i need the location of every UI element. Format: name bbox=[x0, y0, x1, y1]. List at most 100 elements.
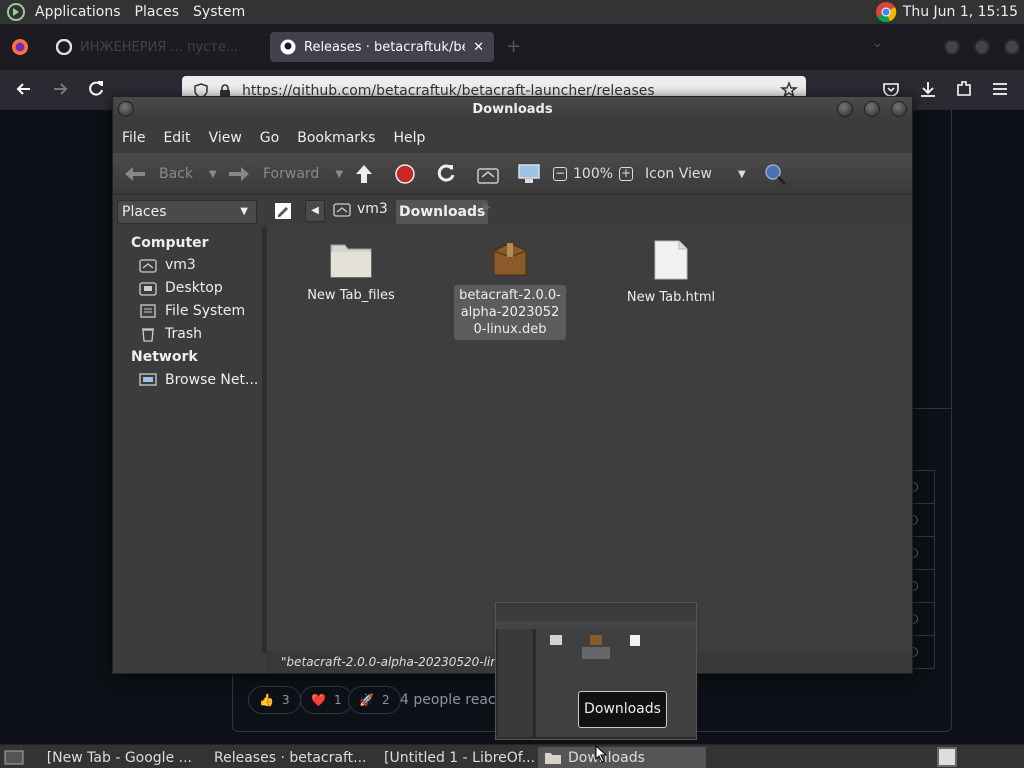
applications-menu[interactable]: Applications bbox=[28, 0, 128, 24]
menu-help[interactable]: Help bbox=[384, 130, 434, 146]
path-left-arrow-icon[interactable]: ◀ bbox=[305, 200, 325, 222]
places-menu[interactable]: Places bbox=[128, 0, 187, 24]
sidebar-item-file-system[interactable]: File System bbox=[139, 303, 245, 319]
sidebar-heading-network: Network bbox=[131, 349, 198, 365]
reaction-heart-button[interactable]: ❤️ 1 bbox=[300, 686, 353, 714]
path-right-arrow-icon[interactable]: ▶ bbox=[483, 202, 491, 213]
menu-file[interactable]: File bbox=[113, 130, 154, 146]
sidebar-item-vm3[interactable]: vm3 bbox=[139, 257, 196, 273]
chrome-icon[interactable] bbox=[875, 1, 897, 23]
file-name: betacraft-2.0.0-alpha-20230520-linux.deb bbox=[454, 285, 566, 340]
back-label: Back bbox=[159, 166, 193, 182]
reaction-thumbs-up-button[interactable]: 👍 3 bbox=[248, 686, 301, 714]
search-button[interactable] bbox=[763, 161, 787, 187]
view-mode-label: Icon View bbox=[645, 166, 712, 182]
sidebar-heading-computer: Computer bbox=[131, 235, 209, 251]
reload-button[interactable] bbox=[435, 161, 457, 187]
zoom-in-icon[interactable]: + bbox=[619, 167, 634, 181]
taskbar-tooltip: Downloads bbox=[578, 691, 667, 728]
sidebar-item-browse-network[interactable]: Browse Net... bbox=[139, 372, 258, 388]
file-item-deb-package[interactable]: betacraft-2.0.0-alpha-20230520-linux.deb bbox=[451, 239, 569, 340]
document-icon bbox=[654, 240, 688, 280]
back-dropdown-icon[interactable]: ▼ bbox=[209, 169, 217, 180]
new-tab-icon[interactable]: + bbox=[506, 36, 521, 57]
drive-icon bbox=[140, 304, 156, 318]
taskbar-item-firefox[interactable]: Releases · betacraft... bbox=[202, 747, 370, 768]
file-item-html[interactable]: New Tab.html bbox=[612, 239, 730, 308]
back-arrow-icon[interactable] bbox=[14, 79, 34, 99]
rocket-icon: 🚀 bbox=[359, 693, 374, 707]
maximize-browser-button[interactable] bbox=[974, 39, 990, 55]
reload-icon[interactable] bbox=[86, 79, 106, 99]
zoom-control[interactable]: − 100% + bbox=[553, 161, 634, 187]
minimize-button[interactable] bbox=[837, 101, 853, 117]
file-name: New Tab_files bbox=[307, 288, 395, 303]
package-icon bbox=[493, 242, 527, 276]
window-menu-button[interactable] bbox=[118, 101, 134, 117]
path-segment-downloads[interactable]: Downloads bbox=[396, 200, 489, 224]
search-icon bbox=[765, 164, 787, 186]
reaction-rocket-button[interactable]: 🚀 2 bbox=[348, 686, 401, 714]
distro-logo-icon[interactable] bbox=[0, 2, 28, 22]
minimize-browser-button[interactable] bbox=[944, 39, 960, 55]
edit-location-icon[interactable] bbox=[273, 201, 293, 221]
folder-icon bbox=[545, 753, 561, 764]
taskbar-item-chrome[interactable]: [New Tab - Google ... bbox=[34, 747, 198, 768]
computer-icon bbox=[518, 164, 540, 183]
firefox-icon[interactable] bbox=[11, 38, 29, 56]
hamburger-menu-icon[interactable] bbox=[990, 79, 1010, 99]
menu-go[interactable]: Go bbox=[251, 130, 288, 146]
tab-title: ИНЖЕНЕРИЯ ... пусте... bbox=[80, 39, 239, 55]
menu-edit[interactable]: Edit bbox=[154, 130, 199, 146]
forward-dropdown-icon[interactable]: ▼ bbox=[335, 169, 343, 180]
download-icon[interactable] bbox=[918, 79, 938, 99]
zoom-out-icon[interactable]: − bbox=[553, 167, 567, 181]
stop-button[interactable] bbox=[394, 161, 416, 187]
file-item-folder[interactable]: New Tab_files bbox=[292, 239, 410, 306]
menu-bookmarks[interactable]: Bookmarks bbox=[288, 130, 384, 146]
sidebar-type-select[interactable]: Places ▼ bbox=[117, 200, 257, 224]
menu-view[interactable]: View bbox=[200, 130, 251, 146]
reaction-count: 3 bbox=[281, 693, 290, 707]
chevron-down-icon: ▼ bbox=[240, 206, 248, 217]
desktop-folder-icon bbox=[139, 282, 157, 296]
close-tab-icon[interactable]: ✕ bbox=[473, 40, 484, 55]
toolbar: Back ▼ Forward ▼ − 100% + Icon View ▼ bbox=[113, 153, 912, 195]
places-sidebar: Computer vm3 Desktop File System Trash N… bbox=[113, 227, 263, 653]
computer-button[interactable] bbox=[517, 161, 541, 187]
browser-tab-google[interactable]: ИНЖЕНЕРИЯ ... пусте... bbox=[46, 32, 266, 62]
extensions-icon[interactable] bbox=[954, 79, 974, 99]
heart-icon: ❤️ bbox=[311, 693, 326, 707]
file-name: New Tab.html bbox=[626, 290, 716, 305]
forward-button[interactable]: Forward ▼ bbox=[227, 161, 343, 187]
mouse-cursor-icon bbox=[595, 745, 607, 763]
reload-icon bbox=[437, 164, 455, 182]
list-tabs-icon[interactable]: ⌄ bbox=[872, 36, 883, 51]
maximize-button[interactable] bbox=[864, 101, 880, 117]
browser-tab-releases[interactable]: Releases · betacraftuk/betacr... ✕ bbox=[270, 32, 494, 62]
file-manager-window: Downloads File Edit View Go Bookmarks He… bbox=[112, 96, 913, 674]
sidebar-item-trash[interactable]: Trash bbox=[139, 326, 202, 342]
view-mode-select[interactable]: Icon View ▼ bbox=[645, 161, 746, 187]
home-button[interactable] bbox=[476, 161, 500, 187]
file-view[interactable]: New Tab_files betacraft-2.0.0-alpha-2023… bbox=[267, 227, 912, 651]
top-panel: Applications Places System Thu Jun 1, 15… bbox=[0, 0, 1024, 24]
github-icon bbox=[280, 39, 296, 55]
close-button[interactable] bbox=[891, 101, 907, 117]
workspace-switcher[interactable] bbox=[937, 747, 957, 767]
thumbs-up-icon: 👍 bbox=[259, 693, 274, 707]
window-titlebar[interactable]: Downloads bbox=[113, 97, 912, 123]
sidebar-item-desktop[interactable]: Desktop bbox=[139, 280, 223, 296]
sidebar-type-label: Places bbox=[122, 204, 167, 220]
show-desktop-icon[interactable] bbox=[4, 748, 24, 766]
system-menu[interactable]: System bbox=[186, 0, 252, 24]
clock[interactable]: Thu Jun 1, 15:15 bbox=[903, 4, 1018, 20]
taskbar-item-libreoffice[interactable]: [Untitled 1 - LibreOf... bbox=[372, 747, 538, 768]
close-browser-button[interactable] bbox=[1004, 39, 1020, 55]
google-icon bbox=[56, 39, 72, 55]
reaction-count: 1 bbox=[333, 693, 342, 707]
up-button[interactable] bbox=[353, 161, 375, 187]
path-segment-vm3[interactable]: vm3 bbox=[333, 201, 388, 217]
taskbar-item-downloads[interactable]: Downloads bbox=[538, 747, 706, 768]
back-button[interactable]: Back ▼ bbox=[123, 161, 217, 187]
